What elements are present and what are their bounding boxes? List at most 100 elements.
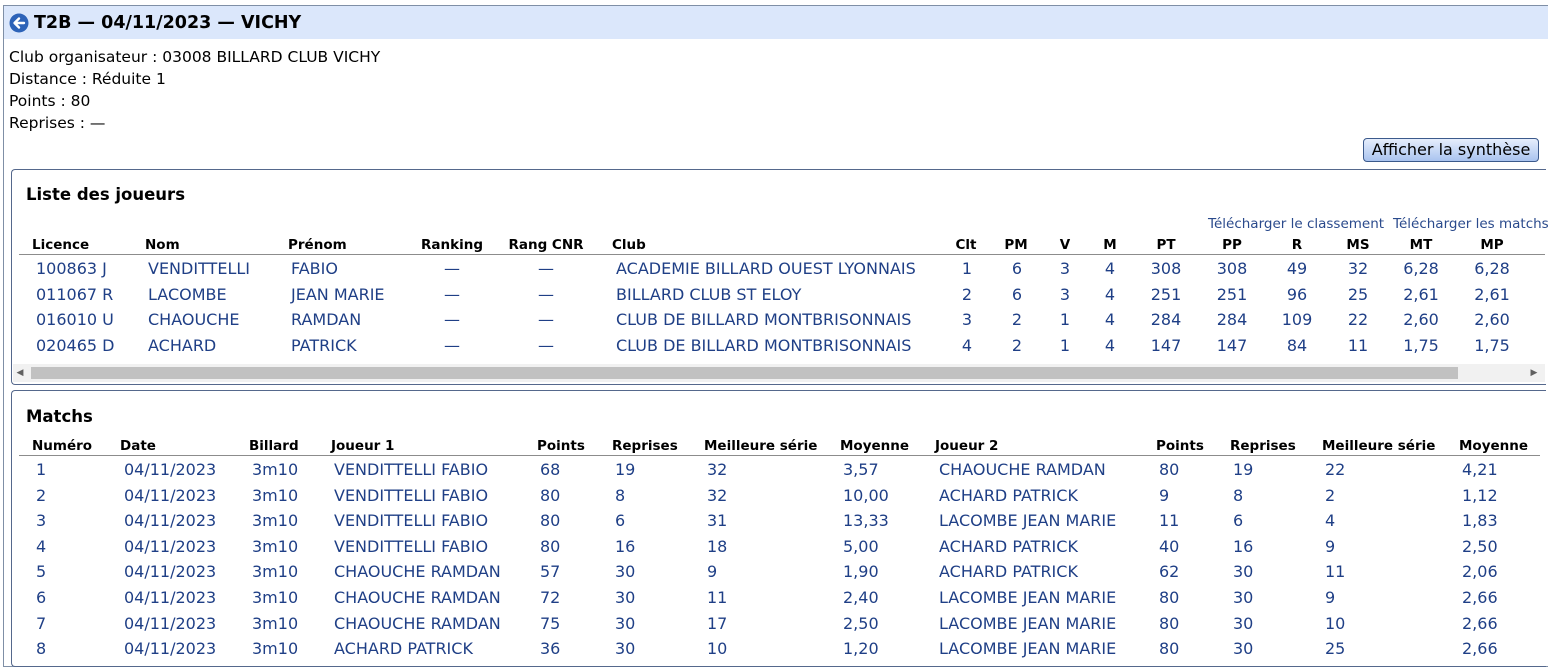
scrollbar-thumb[interactable] (31, 367, 1458, 379)
column-header: Prénom (288, 237, 347, 253)
match-row-cell: 62 (1159, 562, 1180, 582)
player-row-cell: — (444, 259, 460, 278)
player-row-cell: 4 (1104, 335, 1116, 355)
match-row-cell: 40 (1159, 536, 1180, 556)
match-row-cell: 80 (1159, 460, 1180, 479)
column-header: MP (1480, 237, 1504, 253)
match-row-cell: 9 (1325, 536, 1336, 556)
back-arrow-icon[interactable] (9, 13, 29, 33)
match-row-cell: 2,06 (1462, 562, 1498, 582)
player-row-cell: 2,61 (1474, 284, 1510, 304)
player-row-cell: 011067 R (36, 284, 114, 304)
player-row-cell: ACHARD (148, 335, 217, 355)
match-row-cell: 80 (540, 511, 561, 531)
match-row-cell: 04/11/2023 (124, 588, 217, 607)
match-row-cell: VENDITTELLI FABIO (334, 536, 489, 556)
match-row-cell: 19 (1233, 460, 1254, 479)
column-header: Points (1156, 438, 1204, 454)
match-row-cell: 2 (36, 485, 47, 505)
scroll-left-icon[interactable]: ◀ (13, 364, 27, 382)
match-row-cell: 2,50 (1462, 536, 1498, 556)
column-header: Rang CNR (508, 237, 584, 253)
match-row-cell: 13,33 (843, 511, 889, 531)
column-header: PT (1156, 237, 1176, 253)
match-row-cell: 3m10 (252, 613, 299, 633)
match-row-cell: ACHARD PATRICK (939, 562, 1078, 582)
match-row-cell: 3m10 (252, 562, 299, 582)
match-row-cell: 2,66 (1462, 639, 1498, 659)
player-row-cell: 2 (1011, 335, 1023, 355)
player-row-cell: 6 (1011, 259, 1023, 278)
match-row-cell: 6 (615, 511, 626, 531)
match-row-cell: 2,50 (843, 613, 879, 633)
player-row-cell: RAMDAN (291, 310, 362, 330)
match-row-cell: 9 (1159, 485, 1170, 505)
match-row-cell: CHAOUCHE RAMDAN (334, 562, 501, 582)
column-header: Moyenne (840, 438, 910, 454)
column-header: R (1291, 237, 1303, 253)
match-row-cell: 32 (707, 485, 728, 505)
scroll-right-icon[interactable]: ▶ (1527, 364, 1541, 382)
player-row-cell: 6,28 (1474, 259, 1510, 278)
match-row-cell: VENDITTELLI FABIO (334, 511, 489, 531)
match-row-cell: 80 (540, 485, 561, 505)
match-row-cell: 30 (615, 588, 636, 607)
player-row-cell: 109 (1281, 310, 1313, 330)
match-row-cell: 9 (1325, 588, 1336, 607)
player-row-cell: JEAN MARIE (291, 284, 385, 304)
match-row-cell: 1,20 (843, 639, 879, 659)
match-row-cell: 3,57 (843, 460, 879, 479)
match-row-cell: 30 (1233, 588, 1254, 607)
match-row-cell: 04/11/2023 (124, 639, 217, 659)
page-title: T2B — 04/11/2023 — VICHY (34, 13, 302, 33)
match-row-cell: 4 (36, 536, 47, 556)
match-row-cell: 11 (707, 588, 728, 607)
player-row-cell: 4 (1104, 310, 1116, 330)
match-row-cell: ACHARD PATRICK (334, 639, 473, 659)
show-synthesis-button[interactable]: Afficher la synthèse (1363, 138, 1539, 162)
column-header: Moyenne (1459, 438, 1529, 454)
player-row-cell: 25 (1347, 284, 1369, 304)
info-reprises: Reprises : — (9, 114, 106, 132)
match-row-cell: 30 (615, 562, 636, 582)
info-distance: Distance : Réduite 1 (9, 70, 166, 88)
player-row-cell: 251 (1216, 284, 1248, 304)
match-row-cell: 11 (1159, 511, 1180, 531)
match-row-cell: 16 (1233, 536, 1254, 556)
players-horizontal-scrollbar[interactable]: ◀ ▶ (13, 364, 1545, 382)
match-row-cell: 04/11/2023 (124, 613, 217, 633)
match-row-cell: 19 (615, 460, 636, 479)
match-row-cell: 3m10 (252, 485, 299, 505)
player-row-cell: — (538, 284, 554, 304)
player-row-cell: 22 (1347, 310, 1369, 330)
player-row-cell: 3 (1059, 259, 1071, 278)
download-ranking-link[interactable]: Télécharger le classement (1208, 216, 1384, 232)
player-row-cell: CLUB DE BILLARD MONTBRISONNAIS (616, 310, 912, 330)
player-row-cell: 020465 D (36, 335, 115, 355)
player-row-cell: 284 (1216, 310, 1248, 330)
match-row-cell: 2,40 (843, 588, 879, 607)
column-header: Joueur 2 (935, 438, 999, 454)
match-row-cell: 30 (1233, 639, 1254, 659)
player-row-cell: 3 (1059, 284, 1071, 304)
match-row-cell: 68 (540, 460, 561, 479)
player-row-cell: 49 (1286, 259, 1308, 278)
match-row-cell: LACOMBE JEAN MARIE (939, 511, 1117, 531)
column-header: V (1059, 237, 1071, 253)
match-row-cell: 80 (1159, 613, 1180, 633)
match-row-cell: 30 (615, 613, 636, 633)
match-row-cell: 31 (707, 511, 728, 531)
match-row-cell: 10 (1325, 613, 1346, 633)
match-row-cell: CHAOUCHE RAMDAN (334, 588, 501, 607)
player-row-cell: 3 (961, 310, 973, 330)
player-row-cell: 2,61 (1403, 284, 1439, 304)
players-panel-title: Liste des joueurs (26, 185, 186, 204)
player-row-cell: 2 (1011, 310, 1023, 330)
info-points: Points : 80 (9, 92, 91, 110)
match-row-cell: 8 (615, 485, 626, 505)
match-row-cell: LACOMBE JEAN MARIE (939, 613, 1117, 633)
column-header: Meilleure série (704, 438, 818, 454)
player-row-cell: 308 (1150, 259, 1182, 278)
column-header: Ranking (421, 237, 483, 253)
download-matches-link[interactable]: Télécharger les matchs (1393, 216, 1548, 232)
